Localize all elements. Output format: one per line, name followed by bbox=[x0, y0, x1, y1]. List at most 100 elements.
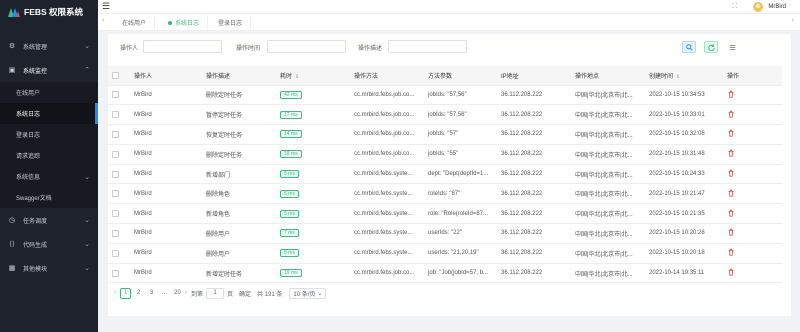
page-3[interactable]: 3 bbox=[146, 288, 157, 299]
cell-method: cc.mrbird.febs.syste... bbox=[350, 223, 424, 244]
sidebar-item-label: 系统信息 bbox=[16, 175, 41, 181]
cell-location: 中国|华北|北京市|北... bbox=[571, 104, 645, 126]
cell-method: cc.mrbird.febs.job.co... bbox=[350, 104, 424, 126]
refresh-button[interactable] bbox=[704, 41, 718, 53]
tab-login-log[interactable]: 登录日志 bbox=[210, 16, 252, 29]
delete-icon[interactable] bbox=[727, 228, 735, 237]
table-row: MrBird 删除角色 6 ms cc.mrbird.febs.syste... rol… bbox=[108, 183, 782, 205]
select-all-checkbox[interactable] bbox=[108, 66, 130, 86]
sidebar-item-system-info[interactable]: 系统信息 ⌄ bbox=[0, 166, 98, 187]
col-operator: 操作人 bbox=[130, 66, 202, 86]
col-description: 操作描述 bbox=[202, 66, 276, 86]
menu-group-system-manage[interactable]: ⚙ 系统管理 ⌄ bbox=[0, 34, 98, 58]
cell-actions bbox=[723, 203, 782, 225]
row-checkbox[interactable] bbox=[108, 85, 130, 106]
delete-icon[interactable] bbox=[727, 268, 735, 276]
row-checkbox[interactable] bbox=[108, 164, 130, 185]
page-20[interactable]: 20 bbox=[172, 288, 183, 299]
menu-group-codegen[interactable]: ⟨⟩ 代码生成 ⌄ bbox=[0, 232, 98, 256]
cell-duration: 5 ms bbox=[276, 164, 350, 185]
table-row: MrBird 删除用户 8 ms cc.mrbird.febs.syste... use… bbox=[108, 243, 782, 264]
top-header: ☰ ⛶ MrBird bbox=[98, 0, 800, 14]
time-label: 操作时间 bbox=[236, 46, 261, 52]
goto-page-input[interactable]: 1 bbox=[206, 287, 225, 299]
sidebar-item-request-trace[interactable]: 请求追踪 bbox=[0, 145, 98, 166]
row-checkbox[interactable] bbox=[108, 243, 130, 264]
duration-badge: 17 ms bbox=[280, 110, 302, 119]
delete-icon[interactable] bbox=[727, 149, 735, 157]
row-checkbox[interactable] bbox=[108, 104, 130, 126]
delete-icon[interactable] bbox=[727, 189, 735, 197]
tab-system-log[interactable]: 系统日志 bbox=[160, 16, 209, 29]
tab-online-users[interactable]: 在线用户 bbox=[114, 16, 156, 29]
delete-icon[interactable] bbox=[727, 129, 735, 138]
cell-method: cc.mrbird.febs.job.co... bbox=[350, 124, 424, 145]
tab-scroll-right-icon[interactable]: › bbox=[792, 17, 794, 24]
col-duration[interactable]: 耗时 ⇕ bbox=[276, 66, 350, 86]
cell-method: cc.mrbird.febs.job.co... bbox=[350, 263, 424, 284]
sidebar-item-login-log[interactable]: 登录日志 bbox=[0, 124, 98, 145]
duration-badge: 7 ms bbox=[280, 229, 299, 238]
delete-icon[interactable] bbox=[727, 110, 735, 118]
cell-ip: 36.112.208.222 bbox=[497, 243, 571, 264]
row-checkbox[interactable] bbox=[108, 203, 130, 225]
row-checkbox[interactable] bbox=[108, 183, 130, 205]
sidebar-item-online-users[interactable]: 在线用户 bbox=[0, 82, 98, 103]
sort-icon: ⇕ bbox=[676, 73, 681, 80]
operator-input[interactable] bbox=[143, 40, 222, 53]
cell-params: job: "Job(jobId=57, b... bbox=[424, 263, 497, 284]
duration-badge: 14 ms bbox=[280, 130, 302, 139]
row-checkbox[interactable] bbox=[108, 223, 130, 244]
duration-badge: 42 ms bbox=[280, 90, 302, 99]
menu-group-system-monitor[interactable]: ▣ 系统监控 ⌃ bbox=[0, 58, 98, 82]
menu-group-label: 其他模块 bbox=[23, 266, 48, 273]
cell-ip: 36.112.208.222 bbox=[497, 183, 571, 205]
cell-params: jobIds: "57,56" bbox=[424, 85, 497, 106]
cell-operator: MrBird bbox=[130, 243, 202, 264]
cell-duration: 7 ms bbox=[276, 223, 350, 244]
avatar[interactable] bbox=[753, 2, 764, 12]
page-2[interactable]: 2 bbox=[133, 288, 144, 299]
menu-toggle-icon[interactable]: ☰ bbox=[102, 1, 110, 12]
delete-icon[interactable] bbox=[727, 248, 735, 256]
sidebar-item-swagger[interactable]: Swagger文档 bbox=[0, 187, 98, 208]
table-row: MrBird 新增角色 5 ms cc.mrbird.febs.syste... rol… bbox=[108, 203, 782, 225]
user-name[interactable]: MrBird bbox=[768, 4, 786, 10]
app-logo[interactable]: FEBS 权限系统 bbox=[0, 0, 98, 24]
cell-created: 2022-10-15 10:33:01 bbox=[645, 104, 723, 126]
row-checkbox[interactable] bbox=[108, 144, 130, 165]
page-1[interactable]: 1 bbox=[120, 287, 131, 299]
row-checkbox[interactable] bbox=[108, 263, 130, 284]
col-created[interactable]: 创建时间 ⇕ bbox=[645, 66, 723, 86]
table-row: MrBird 删除用户 7 ms cc.mrbird.febs.syste... use… bbox=[108, 223, 782, 244]
fullscreen-icon[interactable]: ⛶ bbox=[732, 3, 737, 11]
operator-label: 操作人 bbox=[120, 46, 139, 52]
tab-label: 系统日志 bbox=[175, 21, 200, 27]
sidebar: FEBS 权限系统 ⚙ 系统管理 ⌄ ▣ 系统监控 ⌃ 在线用户 系统日志 登录… bbox=[0, 0, 98, 332]
app-title: FEBS 权限系统 bbox=[24, 7, 84, 17]
page-ellipsis[interactable]: ... bbox=[159, 288, 170, 299]
delete-icon[interactable] bbox=[727, 90, 735, 98]
page-size-value: 10 条/页 bbox=[293, 291, 316, 298]
goto-confirm-button[interactable]: 确定 bbox=[236, 288, 254, 299]
prev-page-icon[interactable]: ‹ bbox=[114, 290, 116, 296]
col-actions: 操作 bbox=[723, 66, 782, 86]
sidebar-item-system-log[interactable]: 系统日志 bbox=[0, 103, 98, 124]
menu-group-job[interactable]: ◷ 任务调度 ⌄ bbox=[0, 208, 98, 232]
desc-input[interactable] bbox=[388, 40, 467, 53]
more-options-button[interactable] bbox=[725, 41, 739, 53]
menu-group-others[interactable]: ▦ 其他模块 ⌄ bbox=[0, 256, 98, 280]
next-page-icon[interactable]: › bbox=[185, 290, 187, 296]
time-input[interactable] bbox=[267, 40, 346, 53]
page-size-select[interactable]: 10 条/页 ⌄ bbox=[289, 287, 327, 299]
active-dot bbox=[168, 20, 172, 25]
sidebar-item-label: 请求追踪 bbox=[16, 154, 41, 160]
cell-duration: 19 ms bbox=[276, 263, 350, 284]
col-created-label: 创建时间 bbox=[649, 73, 674, 80]
cell-operator: MrBird bbox=[130, 263, 202, 284]
tab-scroll-left-icon[interactable]: ‹ bbox=[102, 17, 104, 24]
row-checkbox[interactable] bbox=[108, 124, 130, 145]
delete-icon[interactable] bbox=[727, 209, 735, 217]
search-button[interactable] bbox=[682, 41, 696, 53]
delete-icon[interactable] bbox=[727, 169, 735, 177]
